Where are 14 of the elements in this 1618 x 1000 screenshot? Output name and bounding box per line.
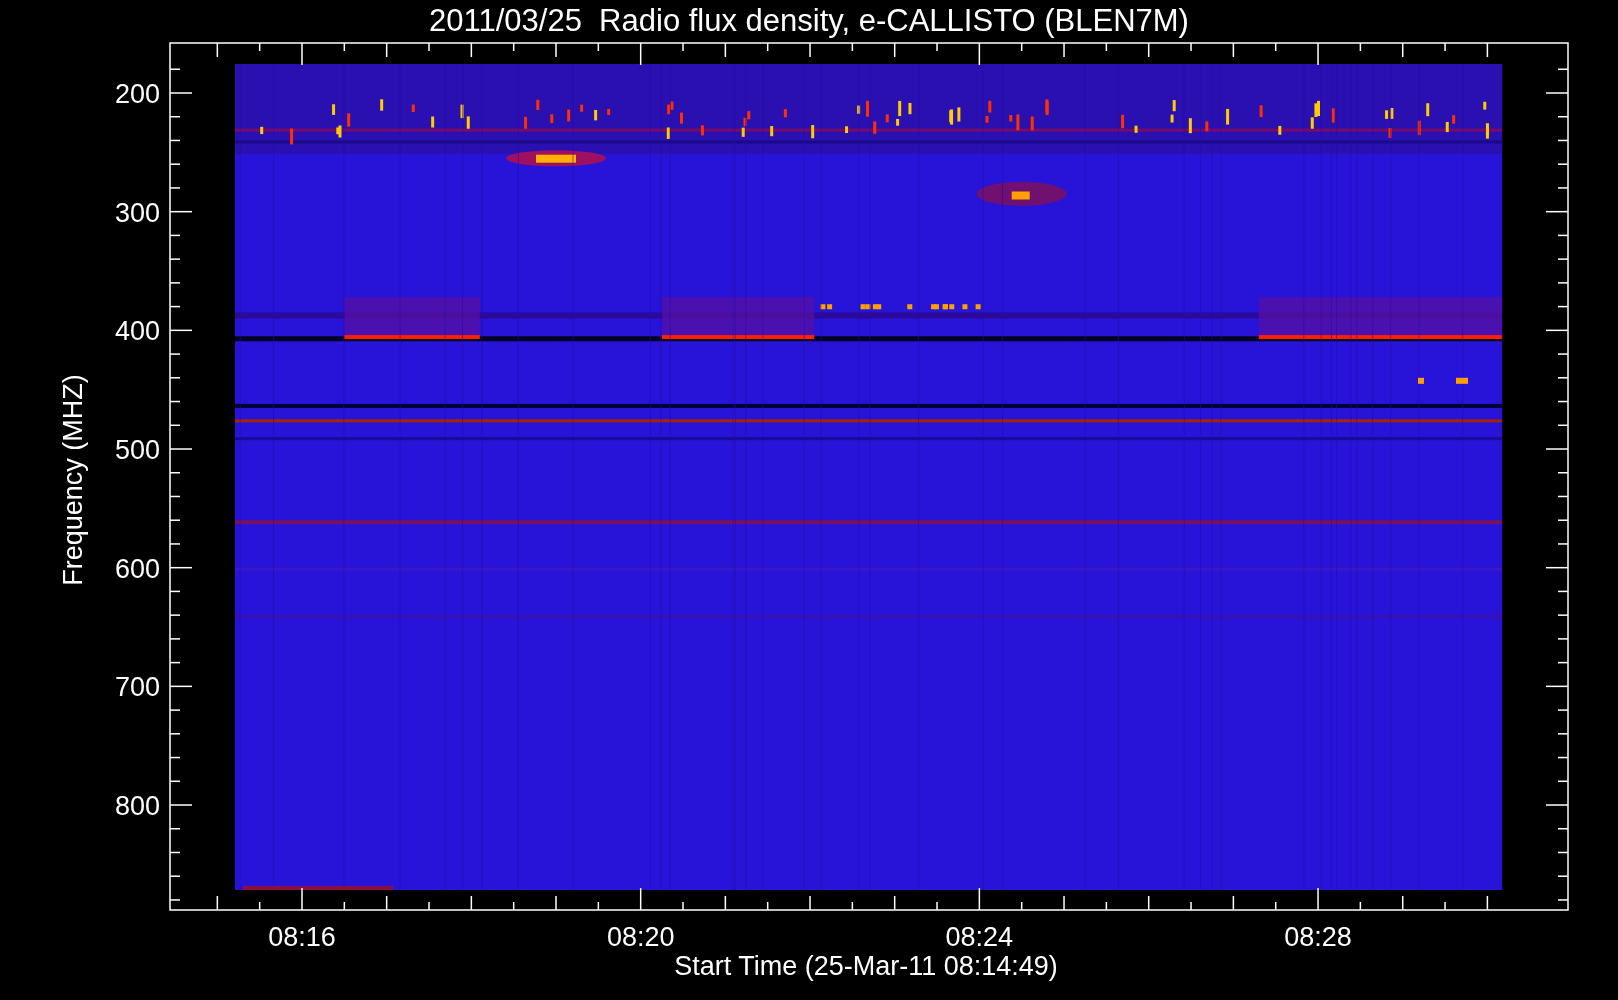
x-tick-label: 08:28 — [1284, 922, 1352, 952]
x-tick-label: 08:20 — [606, 922, 675, 952]
x-tick-label: 08:16 — [268, 922, 336, 952]
chart-title: 2011/03/25 Radio flux density, e-CALLISTO (BLEN7M) — [429, 3, 1189, 38]
y-tick-label: 600 — [114, 553, 160, 584]
y-tick-label: 400 — [114, 316, 160, 347]
y-tick-label: 500 — [114, 435, 160, 465]
y-tick-label: 300 — [114, 197, 160, 228]
y-axis-label: Frequency (MHZ) — [58, 374, 88, 586]
x-axis-label: Start Time (25-Mar-11 08:14:49) — [674, 951, 1058, 981]
y-tick-label: 800 — [114, 791, 160, 821]
x-tick-label: 08:24 — [945, 922, 1014, 952]
y-tick-label: 200 — [114, 79, 160, 109]
y-tick-label: 700 — [114, 672, 160, 703]
